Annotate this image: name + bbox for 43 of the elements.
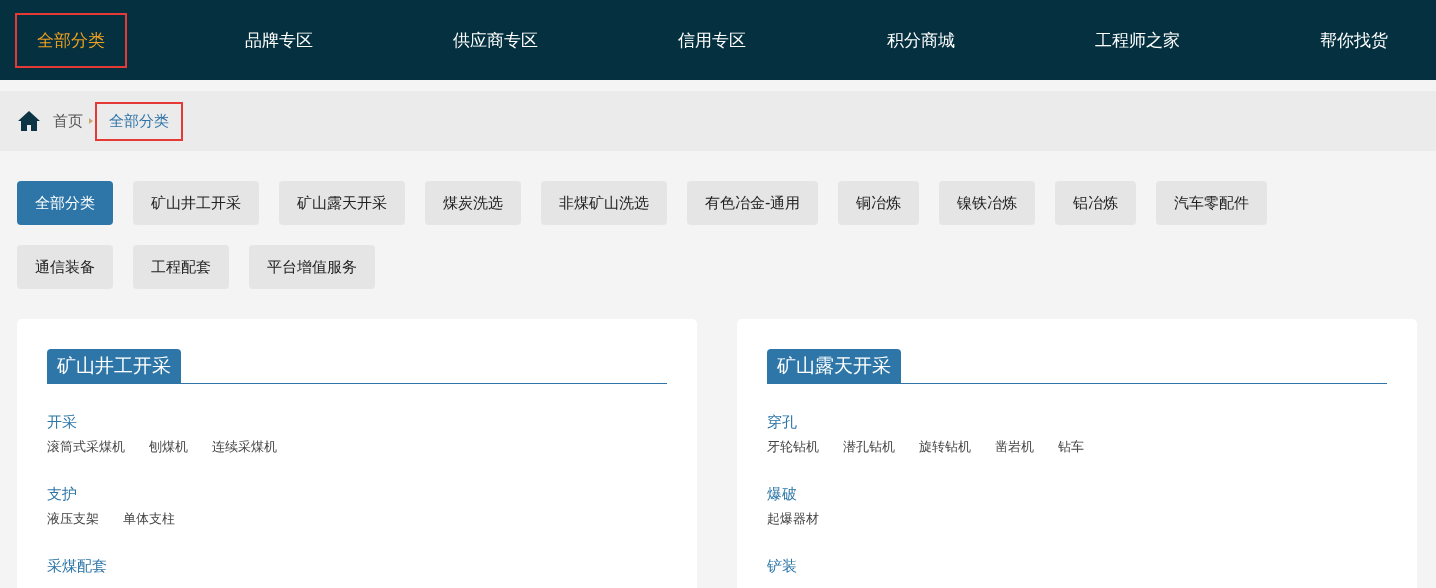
card-title: 矿山露天开采 xyxy=(767,349,901,383)
subcategory-link[interactable]: 爆破 xyxy=(767,485,797,504)
subcategory-link[interactable]: 采煤配套 xyxy=(47,557,107,576)
category-tab[interactable]: 铜冶炼 xyxy=(838,181,920,225)
breadcrumb-link[interactable]: 首页 xyxy=(49,101,87,141)
category-tab[interactable]: 铝冶炼 xyxy=(1055,181,1137,225)
product-link[interactable]: 旋转钻机 xyxy=(919,438,971,456)
category-tab[interactable]: 工程配套 xyxy=(133,245,229,289)
category-tab[interactable]: 全部分类 xyxy=(17,181,113,225)
product-link[interactable]: 滚筒式采煤机 xyxy=(47,438,125,456)
subcategory-link[interactable]: 铲装 xyxy=(767,557,797,576)
subcategory-link[interactable]: 穿孔 xyxy=(767,413,797,432)
product-link[interactable]: 连续采煤机 xyxy=(212,438,277,456)
product-link[interactable]: 潜孔钻机 xyxy=(843,438,895,456)
product-link[interactable]: 刨煤机 xyxy=(149,438,188,456)
home-icon xyxy=(17,110,41,132)
nav-link[interactable]: 工程师之家 xyxy=(1072,12,1202,68)
breadcrumb-link[interactable]: 全部分类 xyxy=(95,101,183,141)
nav-link[interactable]: 供应商专区 xyxy=(431,12,561,68)
category-tab[interactable]: 矿山井工开采 xyxy=(133,181,259,225)
category-tab[interactable]: 汽车零配件 xyxy=(1156,181,1268,225)
product-link[interactable]: 单体支柱 xyxy=(123,510,175,528)
nav-link[interactable]: 积分商城 xyxy=(864,12,977,68)
product-link[interactable]: 起爆器材 xyxy=(767,510,819,528)
separator-icon xyxy=(89,118,93,124)
category-tab[interactable]: 有色冶金-通用 xyxy=(687,181,819,225)
nav-link[interactable]: 信用专区 xyxy=(656,12,769,68)
product-link[interactable]: 凿岩机 xyxy=(995,438,1034,456)
card-title: 矿山井工开采 xyxy=(47,349,181,383)
category-tab[interactable]: 平台增值服务 xyxy=(249,245,375,289)
nav-link[interactable]: 品牌专区 xyxy=(223,12,336,68)
subcategory-link[interactable]: 支护 xyxy=(47,485,77,504)
subcategory-link[interactable]: 开采 xyxy=(47,413,77,432)
category-tab[interactable]: 矿山露天开采 xyxy=(279,181,405,225)
product-link[interactable]: 液压支架 xyxy=(47,510,99,528)
category-tab[interactable]: 煤炭洗选 xyxy=(425,181,521,225)
product-link[interactable]: 牙轮钻机 xyxy=(767,438,819,456)
nav-link[interactable]: 帮你找货 xyxy=(1297,12,1410,68)
product-link[interactable]: 钻车 xyxy=(1058,438,1084,456)
nav-link[interactable]: 全部分类 xyxy=(15,12,127,68)
category-tab[interactable]: 镍铁冶炼 xyxy=(939,181,1036,225)
category-tab[interactable]: 非煤矿山洗选 xyxy=(541,181,667,225)
category-tab[interactable]: 通信装备 xyxy=(17,245,113,289)
